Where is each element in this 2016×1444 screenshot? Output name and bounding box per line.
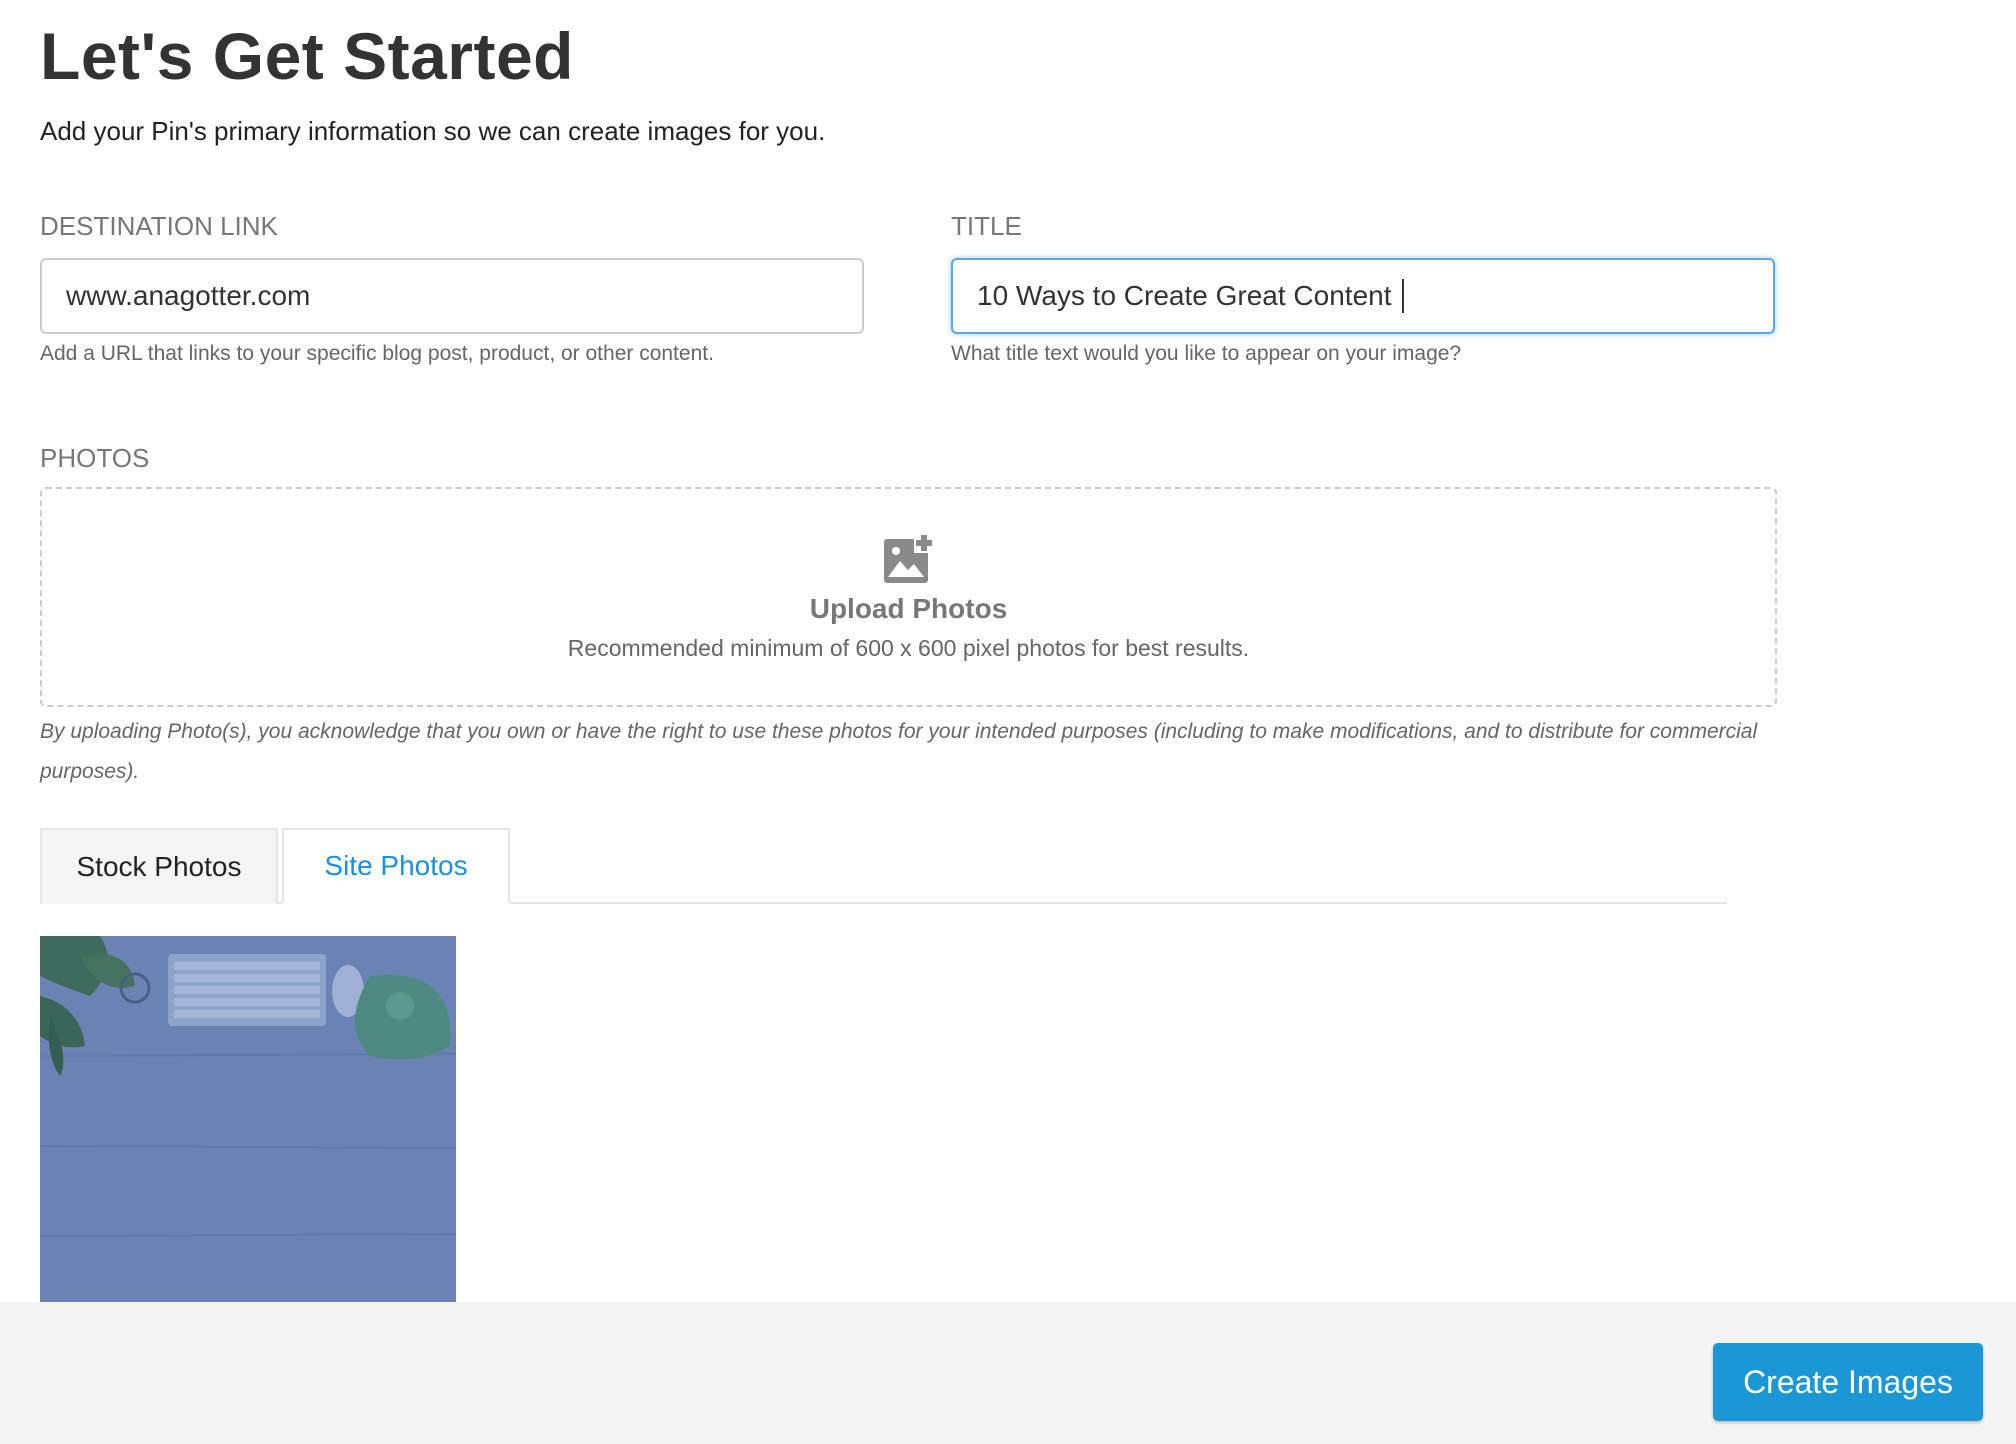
create-images-button[interactable]: Create Images [1713,1343,1983,1421]
page: Let's Get Started Add your Pin's primary… [0,0,2016,1444]
destination-link-help: Add a URL that links to your specific bl… [40,342,714,365]
title-help: What title text would you like to appear… [951,342,1462,365]
page-title: Let's Get Started [40,19,574,93]
upload-disclaimer: By uploading Photo(s), you acknowledge t… [40,720,1758,783]
destination-link-input[interactable] [40,258,864,334]
title-label: TITLE [951,211,1022,241]
desk-photo-image [40,936,456,1302]
upload-photos-title: Upload Photos [809,593,1008,624]
upload-photos-note: Recommended minimum of 600 x 600 pixel p… [567,635,1250,661]
tab-site-photos[interactable]: Site Photos [282,828,510,904]
text-caret [1402,279,1404,313]
tab-stock-photos[interactable]: Stock Photos [40,828,278,904]
page-subtitle: Add your Pin's primary information so we… [40,116,826,146]
add-photo-icon[interactable] [882,533,934,585]
photos-label: PHOTOS [40,443,150,473]
site-photo-thumbnail[interactable] [40,936,456,1302]
title-input[interactable] [951,258,1775,334]
destination-link-label: DESTINATION LINK [40,211,278,241]
